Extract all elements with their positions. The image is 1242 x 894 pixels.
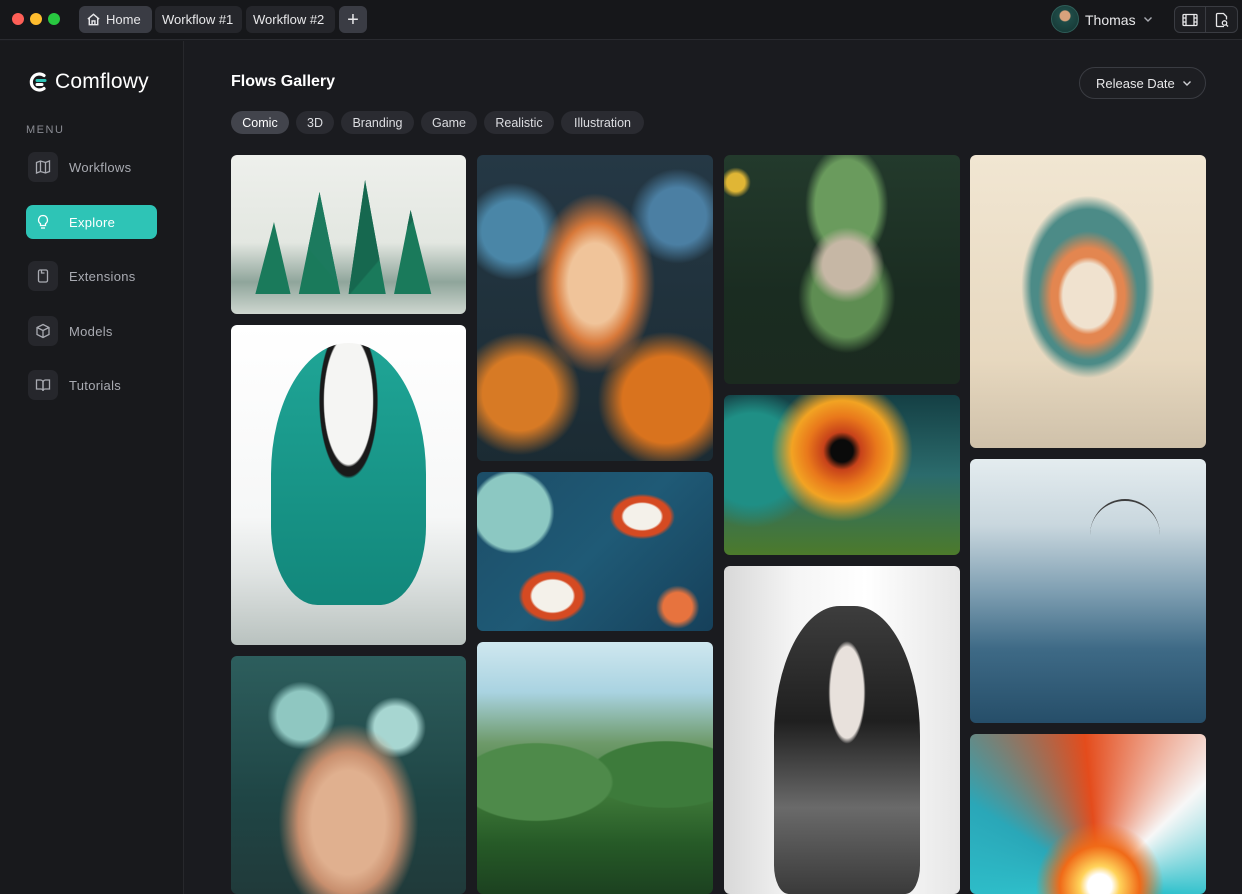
gallery-card-mask[interactable] [970, 155, 1206, 448]
tab-label: Home [106, 12, 141, 27]
sidebar-item-label: Extensions [69, 268, 136, 284]
film-button[interactable] [1174, 6, 1206, 33]
gallery-card-fox[interactable] [477, 155, 713, 461]
tab-home[interactable]: Home [79, 6, 152, 33]
tab-workflow-1[interactable]: Workflow #1 [155, 6, 242, 33]
gallery-image [724, 155, 960, 384]
gallery-image [477, 155, 713, 461]
gallery-card-sunburst[interactable] [970, 734, 1206, 894]
brand-logo[interactable]: Comflowy [27, 70, 149, 94]
chevron-down-icon [1183, 81, 1191, 86]
window-minimize-button[interactable] [30, 13, 42, 25]
chevron-down-icon[interactable] [1142, 13, 1154, 25]
filter-chip-game[interactable]: Game [421, 111, 477, 134]
gallery-image [970, 155, 1206, 448]
gallery-card-jungle[interactable] [477, 642, 713, 894]
gallery-card-flower[interactable] [724, 395, 960, 555]
sidebar-item-label: Tutorials [69, 377, 122, 393]
window-close-button[interactable] [12, 13, 24, 25]
document-search-icon [1215, 12, 1228, 27]
plus-icon: + [347, 8, 359, 31]
cube-icon [28, 316, 58, 346]
sidebar-item-explore[interactable]: Explore [26, 205, 157, 239]
gallery-card-koi[interactable] [477, 472, 713, 631]
gallery-image [231, 155, 466, 314]
sidebar-item-models[interactable]: Models [26, 314, 157, 348]
document-search-button[interactable] [1206, 6, 1238, 33]
sort-label: Release Date [1096, 75, 1175, 91]
tab-label: Workflow #1 [162, 12, 234, 27]
sidebar: Comflowy MENU Workflows Explore Extensio… [0, 41, 184, 894]
sidebar-item-tutorials[interactable]: Tutorials [26, 368, 157, 402]
filter-chip-realistic[interactable]: Realistic [484, 111, 554, 134]
sidebar-item-label: Workflows [69, 159, 132, 175]
gallery-card-floral-woman[interactable] [231, 656, 466, 894]
window-zoom-button[interactable] [48, 13, 60, 25]
filter-chip-comic[interactable]: Comic [231, 111, 289, 134]
gallery-image [477, 472, 713, 631]
book-icon [28, 370, 58, 400]
comflowy-logo-icon [29, 72, 47, 92]
add-tab-button[interactable]: + [339, 6, 367, 33]
gallery-card-misty-tree[interactable] [970, 459, 1206, 723]
page-title: Flows Gallery [231, 73, 336, 90]
sidebar-item-workflows[interactable]: Workflows [26, 150, 157, 184]
filter-chip-illustration[interactable]: Illustration [561, 111, 644, 134]
sidebar-item-extensions[interactable]: Extensions [26, 259, 157, 293]
avatar[interactable] [1051, 5, 1079, 33]
sidebar-item-label: Models [69, 323, 113, 339]
brand-name: Comflowy [55, 70, 149, 93]
gallery-image [970, 734, 1206, 894]
tab-workflow-2[interactable]: Workflow #2 [246, 6, 335, 33]
filter-chip-branding[interactable]: Branding [341, 111, 414, 134]
title-bar: Home Workflow #1 Workflow #2 + Thomas [0, 0, 1242, 40]
gallery-image [477, 642, 713, 894]
user-name[interactable]: Thomas [1085, 12, 1136, 28]
tab-label: Workflow #2 [253, 12, 325, 27]
gallery-card-panda[interactable] [231, 325, 466, 645]
gallery-image [231, 325, 466, 645]
gallery-image [724, 566, 960, 894]
gallery-image [970, 459, 1206, 723]
sidebar-item-label: Explore [69, 214, 116, 230]
gallery-image [724, 395, 960, 555]
gallery-card-anime-girl[interactable] [724, 566, 960, 894]
film-icon [1182, 13, 1198, 26]
gallery-image [231, 656, 466, 894]
gallery-card-hamster[interactable] [724, 155, 960, 384]
menu-section-label: MENU [26, 124, 65, 136]
puzzle-icon [28, 261, 58, 291]
home-icon [87, 13, 100, 26]
lightbulb-icon [28, 207, 58, 237]
gallery-card-pine-trees[interactable] [231, 155, 466, 314]
filter-chip-3d[interactable]: 3D [296, 111, 334, 134]
map-icon [28, 152, 58, 182]
sort-dropdown[interactable]: Release Date [1079, 67, 1206, 99]
